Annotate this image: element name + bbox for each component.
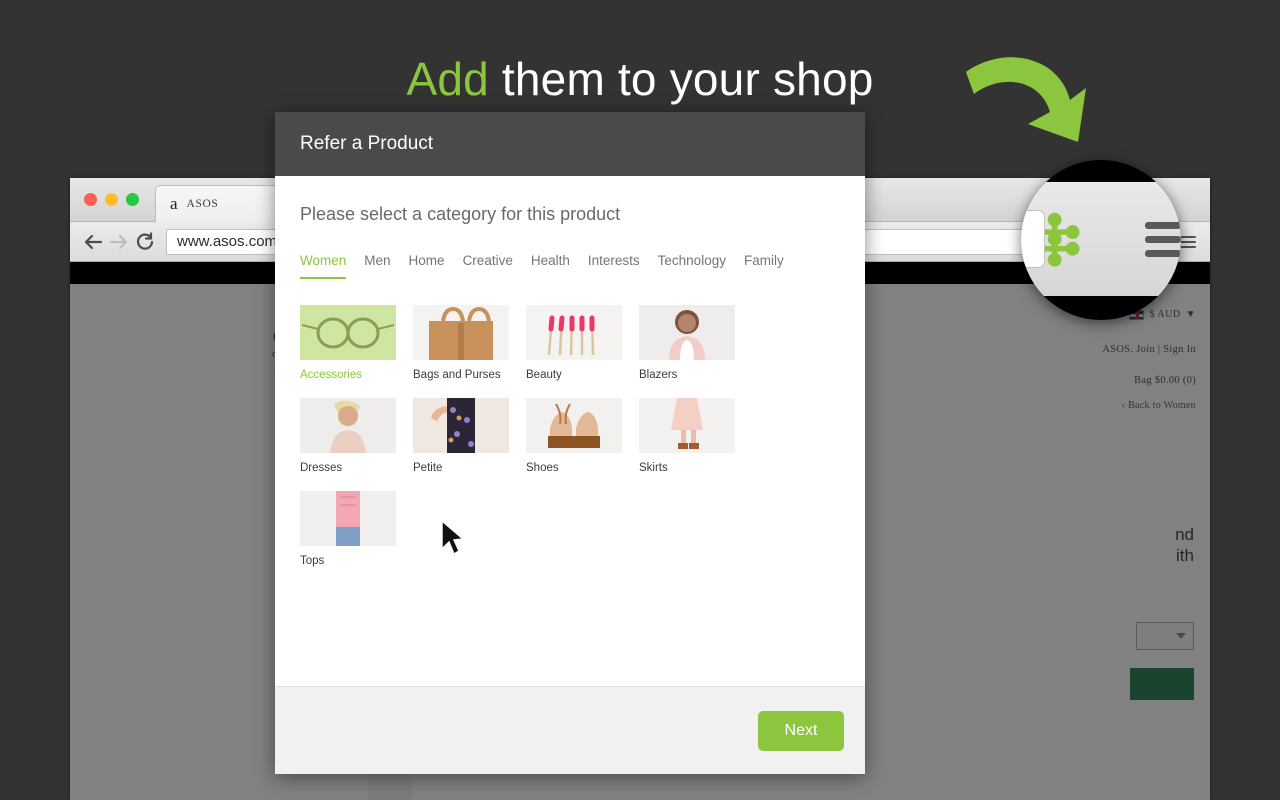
forward-arrow-icon bbox=[106, 229, 132, 255]
category-card-petite[interactable]: Petite bbox=[413, 398, 509, 474]
tab-men[interactable]: Men bbox=[364, 253, 390, 279]
category-label: Shoes bbox=[526, 462, 559, 474]
category-card-blazers[interactable]: Blazers bbox=[639, 305, 735, 381]
category-label: Skirts bbox=[639, 462, 668, 474]
category-thumbnail bbox=[300, 305, 396, 360]
magnifier-content bbox=[1021, 182, 1181, 296]
tab-women-label: Women bbox=[300, 253, 347, 268]
category-thumbnail bbox=[300, 491, 396, 546]
back-arrow-icon[interactable] bbox=[80, 229, 106, 255]
tab-health[interactable]: Health bbox=[531, 253, 570, 279]
tab-health-label: Health bbox=[530, 253, 570, 268]
category-card-accessories[interactable]: Accessories bbox=[300, 305, 396, 381]
tab-interests[interactable]: Interests bbox=[588, 253, 640, 279]
category-thumbnail bbox=[526, 305, 622, 360]
category-thumbnail bbox=[639, 305, 735, 360]
curved-arrow-icon bbox=[966, 57, 1086, 142]
reload-icon[interactable] bbox=[132, 229, 158, 255]
tab-home[interactable]: Home bbox=[409, 253, 445, 279]
category-thumbnail bbox=[413, 398, 509, 453]
tab-family-label: Family bbox=[743, 253, 784, 268]
category-label: Beauty bbox=[526, 369, 562, 381]
category-thumbnail bbox=[300, 398, 396, 453]
favicon-icon: a bbox=[170, 194, 178, 213]
category-thumbnail bbox=[639, 398, 735, 453]
window-controls[interactable] bbox=[84, 193, 139, 206]
browser-tab-title: ASOS bbox=[186, 198, 219, 210]
modal-footer: Next bbox=[275, 686, 865, 774]
tab-creative-label: Creative bbox=[462, 253, 513, 268]
tab-technology[interactable]: Technology bbox=[658, 253, 726, 279]
minimize-window-button[interactable] bbox=[105, 193, 118, 206]
url-text: www.asos.com bbox=[177, 233, 278, 250]
category-card-beauty[interactable]: Beauty bbox=[526, 305, 622, 381]
screenshot-stage: Add them to your shop a ASOS www.asos.co… bbox=[0, 0, 1280, 800]
tab-technology-label: Technology bbox=[657, 253, 726, 268]
category-label: Dresses bbox=[300, 462, 343, 474]
category-label: Petite bbox=[413, 462, 443, 474]
tab-women[interactable]: Women bbox=[300, 253, 347, 279]
headline-accent: Add bbox=[406, 53, 489, 105]
close-window-button[interactable] bbox=[84, 193, 97, 206]
category-card-skirts[interactable]: Skirts bbox=[639, 398, 735, 474]
category-card-dresses[interactable]: Dresses bbox=[300, 398, 396, 474]
category-grid: Accessories Bags and Purses Beauty Blaze… bbox=[300, 305, 840, 567]
category-card-tops[interactable]: Tops bbox=[300, 491, 396, 567]
modal-title: Refer a Product bbox=[300, 133, 434, 154]
category-card-shoes[interactable]: Shoes bbox=[526, 398, 622, 474]
tab-family[interactable]: Family bbox=[744, 253, 784, 279]
modal-subtitle: Please select a category for this produc… bbox=[300, 204, 621, 224]
hamburger-menu-icon[interactable] bbox=[1145, 221, 1181, 257]
maximize-window-button[interactable] bbox=[126, 193, 139, 206]
headline-rest: them to your shop bbox=[488, 53, 874, 105]
refer-a-product-modal: Refer a Product Please select a category… bbox=[275, 112, 865, 774]
category-thumbnail bbox=[413, 305, 509, 360]
modal-header: Refer a Product bbox=[275, 112, 865, 176]
category-label: Bags and Purses bbox=[413, 369, 501, 381]
category-label: Blazers bbox=[639, 369, 678, 381]
magnifier-overlay bbox=[1021, 160, 1181, 320]
tab-creative[interactable]: Creative bbox=[463, 253, 513, 279]
category-label: Accessories bbox=[300, 369, 362, 381]
category-thumbnail bbox=[526, 398, 622, 453]
category-card-bags-and-purses[interactable]: Bags and Purses bbox=[413, 305, 509, 381]
category-label: Tops bbox=[300, 555, 325, 567]
tab-men-label: Men bbox=[364, 253, 391, 268]
magnified-urlbar-edge bbox=[1021, 210, 1045, 268]
hamburger-menu-icon[interactable] bbox=[1179, 235, 1196, 248]
category-tabs: Women Men Home Creative Health Interests… bbox=[300, 253, 840, 279]
tab-home-label: Home bbox=[408, 253, 445, 268]
modal-body: Please select a category for this produc… bbox=[275, 176, 865, 686]
tab-interests-label: Interests bbox=[587, 253, 640, 268]
next-button[interactable]: Next bbox=[758, 710, 844, 751]
